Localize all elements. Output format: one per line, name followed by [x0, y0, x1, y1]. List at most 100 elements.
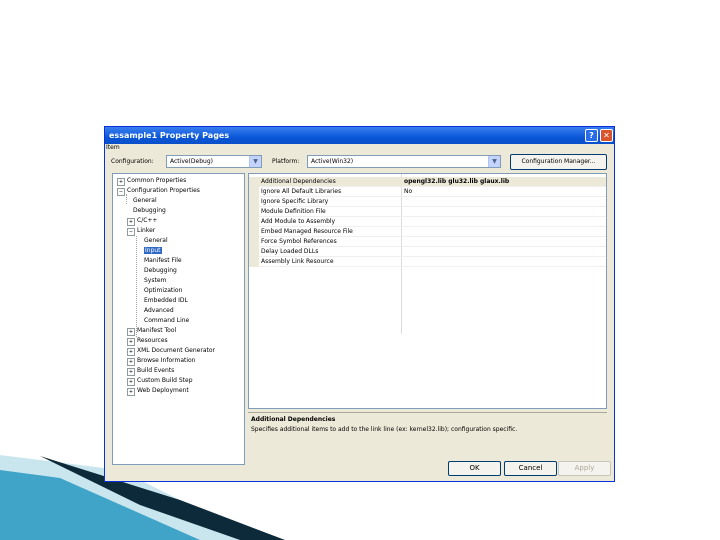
close-button[interactable]: ✕	[600, 129, 613, 142]
property-name: Additional Dependencies	[261, 178, 336, 185]
tree-item-label: System	[144, 277, 167, 284]
tree-item-label: Embedded IDL	[144, 297, 188, 304]
tree-item-label: Input	[144, 247, 162, 254]
ok-button[interactable]: OK	[448, 461, 501, 476]
configuration-manager-button[interactable]: Configuration Manager...	[510, 154, 607, 170]
tree-item-label: Optimization	[144, 287, 183, 294]
tree-connector	[136, 236, 137, 337]
expand-icon[interactable]: +	[127, 218, 135, 226]
property-name: Assembly Link Resource	[261, 258, 334, 265]
tree-item-linker-debugging[interactable]: Debugging	[144, 266, 177, 276]
tree-item-label: Build Events	[137, 367, 175, 374]
property-name: Embed Managed Resource File	[261, 228, 353, 235]
tree-item-cpp[interactable]: + C/C++	[127, 216, 157, 226]
tree-item-embedded-idl[interactable]: Embedded IDL	[144, 296, 188, 306]
help-button[interactable]: ?	[585, 129, 598, 142]
tree-item-browse-information[interactable]: + Browse Information	[127, 356, 196, 366]
tree-item-linker-input[interactable]: Input	[144, 246, 162, 256]
tree-item-common-properties[interactable]: + Common Properties	[117, 176, 186, 186]
tree-item-label: Advanced	[144, 307, 174, 314]
expand-icon[interactable]: +	[127, 378, 135, 386]
grid-row-force-symbol-references[interactable]: Force Symbol References	[249, 237, 606, 247]
tree-item-label: General	[144, 237, 168, 244]
grid-row-ignore-specific-library[interactable]: Ignore Specific Library	[249, 197, 606, 207]
tree-item-xml-document-generator[interactable]: + XML Document Generator	[127, 346, 215, 356]
grid-row-assembly-link-resource[interactable]: Assembly Link Resource	[249, 257, 606, 267]
expand-icon[interactable]: +	[127, 348, 135, 356]
tree-item-label: Common Properties	[127, 177, 187, 184]
configuration-value: Active(Debug)	[170, 158, 213, 165]
configuration-label: Configuration:	[111, 158, 154, 165]
grid-row-add-module-to-assembly[interactable]: Add Module to Assembly	[249, 217, 606, 227]
tree-item-configuration-properties[interactable]: − Configuration Properties	[117, 186, 200, 196]
cancel-button[interactable]: Cancel	[504, 461, 557, 476]
expand-icon[interactable]: +	[127, 338, 135, 346]
tree-item-custom-build-step[interactable]: + Custom Build Step	[127, 376, 193, 386]
expand-icon[interactable]: +	[127, 358, 135, 366]
tree-item-build-events[interactable]: + Build Events	[127, 366, 174, 376]
tree-item-general[interactable]: General	[133, 196, 157, 206]
row-gutter	[249, 207, 259, 217]
chevron-down-icon[interactable]: ▼	[249, 156, 261, 167]
tree-item-label: Manifest Tool	[137, 327, 177, 334]
tree-item-label: Debugging	[144, 267, 177, 274]
property-value[interactable]: No	[404, 187, 412, 197]
property-name: Add Module to Assembly	[261, 218, 336, 225]
collapse-icon[interactable]: −	[127, 228, 135, 236]
chevron-down-icon[interactable]: ▼	[488, 156, 500, 167]
tree-item-label: Resources	[137, 337, 168, 344]
apply-button[interactable]: Apply	[558, 461, 611, 476]
tree-item-linker[interactable]: − Linker	[127, 226, 155, 236]
grid-row-embed-managed-resource-file[interactable]: Embed Managed Resource File	[249, 227, 606, 237]
tree-item-manifest-file[interactable]: Manifest File	[144, 256, 182, 266]
subtitle: Item	[106, 144, 120, 151]
tree-item-debugging[interactable]: Debugging	[133, 206, 166, 216]
property-name: Ignore Specific Library	[261, 198, 329, 205]
tree-item-label: Configuration Properties	[127, 187, 200, 194]
row-gutter	[249, 177, 259, 187]
row-gutter	[249, 197, 259, 207]
grid-row-ignore-all-default-libraries[interactable]: Ignore All Default Libraries No	[249, 187, 606, 197]
tree-item-advanced[interactable]: Advanced	[144, 306, 174, 316]
platform-value: Active(Win32)	[311, 158, 354, 165]
description-title: Additional Dependencies	[251, 416, 336, 423]
property-grid: Additional Dependencies opengl32.lib glu3…	[248, 173, 607, 409]
tree-item-label: Linker	[137, 227, 156, 234]
property-name: Module Definition File	[261, 208, 326, 215]
tree-item-manifest-tool[interactable]: + Manifest Tool	[127, 326, 176, 336]
row-gutter	[249, 217, 259, 227]
expand-icon[interactable]: +	[127, 328, 135, 336]
collapse-icon[interactable]: −	[117, 188, 125, 196]
property-name: Delay Loaded DLLs	[261, 248, 319, 255]
tree-item-command-line[interactable]: Command Line	[144, 316, 189, 326]
expand-icon[interactable]: +	[127, 368, 135, 376]
tree-item-web-deployment[interactable]: + Web Deployment	[127, 386, 189, 396]
expand-icon[interactable]: +	[127, 388, 135, 396]
property-tree: + Common Properties − Configuration Proper…	[112, 173, 245, 465]
tree-item-linker-general[interactable]: General	[144, 236, 168, 246]
platform-label: Platform:	[272, 158, 300, 165]
description-panel: Additional Dependencies Specifies additi…	[248, 412, 607, 452]
grid-row-delay-loaded-dlls[interactable]: Delay Loaded DLLs	[249, 247, 606, 257]
expand-icon[interactable]: +	[117, 178, 125, 186]
titlebar: essample1 Property Pages ? ✕	[105, 127, 614, 144]
platform-dropdown[interactable]: Active(Win32) ▼	[307, 155, 501, 168]
tree-item-label: Debugging	[133, 207, 166, 214]
row-gutter	[249, 227, 259, 237]
grid-row-additional-dependencies[interactable]: Additional Dependencies opengl32.lib glu3…	[249, 177, 606, 187]
tree-item-system[interactable]: System	[144, 276, 166, 286]
description-text: Specifies additional items to add to the…	[251, 426, 518, 433]
row-gutter	[249, 247, 259, 257]
tree-item-label: C/C++	[137, 217, 158, 224]
property-name: Force Symbol References	[261, 238, 337, 245]
tree-item-label: Custom Build Step	[137, 377, 193, 384]
tree-item-optimization[interactable]: Optimization	[144, 286, 182, 296]
tree-item-label: XML Document Generator	[137, 347, 215, 354]
configuration-dropdown[interactable]: Active(Debug) ▼	[166, 155, 262, 168]
property-pages-dialog: essample1 Property Pages ? ✕ Item Config…	[104, 126, 615, 482]
tree-item-label: Browse Information	[137, 357, 196, 364]
property-value[interactable]: opengl32.lib glu32.lib glaux.lib	[404, 177, 509, 187]
grid-row-module-definition-file[interactable]: Module Definition File	[249, 207, 606, 217]
tree-item-resources[interactable]: + Resources	[127, 336, 168, 346]
row-gutter	[249, 257, 259, 267]
